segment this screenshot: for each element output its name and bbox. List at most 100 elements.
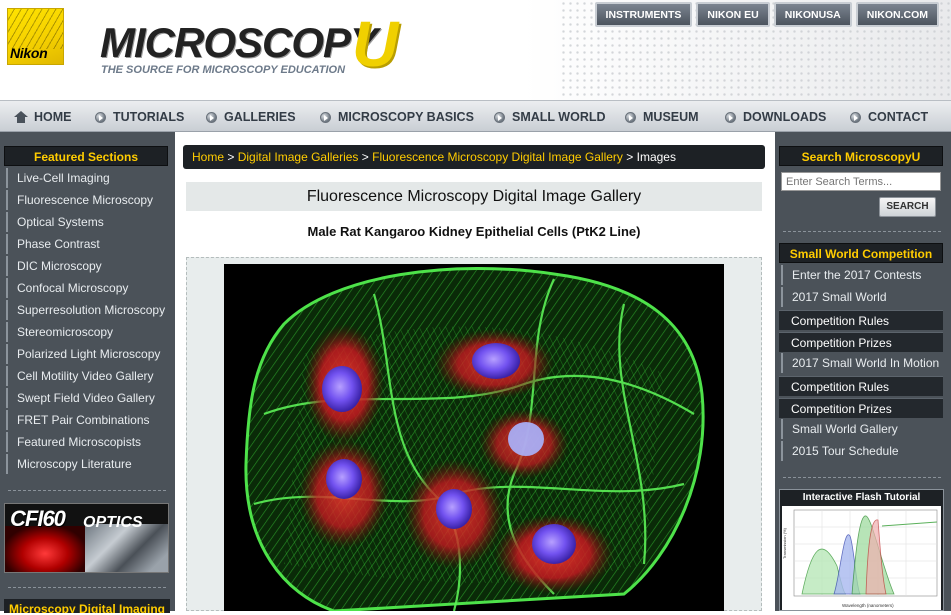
sidebar-item-swept-field[interactable]: Swept Field Video Gallery (4, 388, 170, 409)
sidebar-item-optical-systems[interactable]: Optical Systems (4, 212, 170, 233)
sidebar-item-label: Small World Gallery (792, 422, 898, 436)
bullet-icon (6, 388, 12, 408)
sidebar-item-fluorescence[interactable]: Fluorescence Microscopy (4, 190, 170, 211)
breadcrumb-separator: > (227, 150, 235, 164)
sidebar-item-label: Swept Field Video Gallery (17, 391, 155, 405)
nav-contact[interactable]: CONTACT (850, 110, 928, 124)
nav-downloads[interactable]: DOWNLOADS (725, 110, 826, 124)
logo-main-text: MICROSCOPY (100, 19, 378, 66)
sidebar-item-tour-schedule[interactable]: 2015 Tour Schedule (779, 441, 943, 462)
sidebar-item-label: Superresolution Microscopy (17, 303, 166, 317)
bullet-icon (6, 454, 12, 474)
bullet-icon (6, 168, 12, 188)
nav-home-label: HOME (34, 110, 72, 124)
nav-small-world[interactable]: SMALL WORLD (494, 110, 606, 124)
sidebar-item-dic[interactable]: DIC Microscopy (4, 256, 170, 277)
search-button[interactable]: SEARCH (879, 197, 936, 217)
sidebar-item-fret[interactable]: FRET Pair Combinations (4, 410, 170, 431)
bullet-icon (6, 366, 12, 386)
sidebar-item-label: 2017 Small World In Motion (792, 356, 940, 370)
nav-contact-label: CONTACT (868, 110, 929, 124)
sidebar-item-small-world-gallery[interactable]: Small World Gallery (779, 419, 943, 440)
ad-cfi60-text: CFI60 (10, 506, 66, 531)
svg-text:Wavelength (nanometers): Wavelength (nanometers) (842, 603, 894, 608)
interactive-flash-tutorial[interactable]: Interactive Flash Tutorial Transmission … (779, 489, 944, 611)
sidebar-item-small-world-in-motion[interactable]: 2017 Small World In Motion (779, 353, 943, 374)
bullet-icon (781, 441, 787, 461)
nikon-logo-text: Nikon (10, 45, 48, 61)
top-link-nikon-eu[interactable]: NIKON EU (696, 2, 770, 27)
right-sidebar: Search MicroscopyU SEARCH Small World Co… (775, 132, 951, 611)
sidebar-subitem-competition-rules[interactable]: Competition Rules (779, 310, 943, 330)
bullet-icon (6, 410, 12, 430)
bullet-icon (6, 344, 12, 364)
sidebar-item-phase-contrast[interactable]: Phase Contrast (4, 234, 170, 255)
divider (783, 477, 941, 478)
fluorescence-micrograph[interactable] (224, 264, 724, 611)
home-icon (14, 111, 28, 123)
nav-museum[interactable]: MUSEUM (625, 110, 699, 124)
bullet-icon (6, 432, 12, 452)
sidebar-item-label: Confocal Microscopy (17, 281, 129, 295)
cfi60-optics-banner[interactable]: CFI60 OPTICS (4, 503, 169, 573)
bullet-icon (781, 419, 787, 439)
sidebar-item-cell-motility[interactable]: Cell Motility Video Gallery (4, 366, 170, 387)
sidebar-item-polarized[interactable]: Polarized Light Microscopy (4, 344, 170, 365)
nav-bullet-icon (850, 111, 861, 123)
bullet-icon (6, 234, 12, 254)
breadcrumb-separator: > (626, 150, 634, 164)
logo-accent-text: U (352, 8, 399, 80)
search-input[interactable] (781, 172, 941, 191)
svg-text:Transmission (%): Transmission (%) (782, 527, 787, 559)
top-link-instruments[interactable]: INSTRUMENTS (594, 2, 693, 27)
sidebar-item-label: Featured Microscopists (17, 435, 142, 449)
bullet-icon (6, 278, 12, 298)
breadcrumb-separator: > (361, 150, 369, 164)
top-link-nikon-com[interactable]: NIKON.COM (855, 2, 939, 27)
ad-optics-text: OPTICS (83, 514, 143, 531)
micrograph-svg (224, 264, 724, 611)
sidebar-subitem-competition-rules[interactable]: Competition Rules (779, 376, 943, 396)
sidebar-subitem-competition-prizes[interactable]: Competition Prizes (779, 398, 943, 418)
sidebar-item-label: Microscopy Literature (17, 457, 132, 471)
sidebar-item-label: Polarized Light Microscopy (17, 347, 161, 361)
sidebar-item-stereo[interactable]: Stereomicroscopy (4, 322, 170, 343)
sidebar-item-label: 2017 Small World (792, 290, 887, 304)
breadcrumb-home[interactable]: Home (192, 150, 224, 164)
flash-tutorial-title: Interactive Flash Tutorial (802, 492, 921, 503)
sidebar-item-label: FRET Pair Combinations (17, 413, 150, 427)
sidebar-item-live-cell[interactable]: Live-Cell Imaging (4, 168, 170, 189)
nav-bullet-icon (95, 111, 106, 123)
nav-bullet-icon (320, 111, 331, 123)
image-subtitle: Male Rat Kangaroo Kidney Epithelial Cell… (307, 224, 641, 239)
nav-bullet-icon (625, 111, 636, 123)
search-title: Search MicroscopyU (779, 146, 943, 166)
bullet-icon (6, 190, 12, 210)
nav-bullet-icon (494, 111, 505, 123)
sidebar-item-literature[interactable]: Microscopy Literature (4, 454, 170, 475)
nav-galleries[interactable]: GALLERIES (206, 110, 296, 124)
breadcrumb-fluorescence-gallery[interactable]: Fluorescence Microscopy Digital Image Ga… (372, 150, 623, 164)
nav-tutorials[interactable]: TUTORIALS (95, 110, 184, 124)
site-tagline: THE SOURCE FOR MICROSCOPY EDUCATION (101, 64, 346, 76)
sidebar-item-confocal[interactable]: Confocal Microscopy (4, 278, 170, 299)
breadcrumb-digital-image-galleries[interactable]: Digital Image Galleries (238, 150, 359, 164)
sidebar-item-label: 2015 Tour Schedule (792, 444, 899, 458)
sidebar-item-label: Stereomicroscopy (17, 325, 114, 339)
sidebar-item-label: Live-Cell Imaging (17, 171, 110, 185)
sidebar-item-2017-small-world[interactable]: 2017 Small World (779, 287, 943, 308)
sidebar-item-microscopists[interactable]: Featured Microscopists (4, 432, 170, 453)
nav-microscopy-basics[interactable]: MICROSCOPY BASICS (320, 110, 474, 124)
main-nav: HOME TUTORIALS GALLERIES MICROSCOPY BASI… (0, 100, 951, 132)
sidebar-subitem-competition-prizes[interactable]: Competition Prizes (779, 332, 943, 352)
sidebar-item-superresolution[interactable]: Superresolution Microscopy (4, 300, 170, 321)
top-link-nikonusa[interactable]: NIKONUSA (773, 2, 852, 27)
nav-bullet-icon (206, 111, 217, 123)
left-sidebar: Featured Sections Live-Cell Imaging Fluo… (0, 132, 175, 613)
bullet-icon (781, 287, 787, 307)
nav-home[interactable]: HOME (14, 110, 72, 124)
sidebar-item-enter-contests[interactable]: Enter the 2017 Contests (779, 265, 943, 286)
spectra-svg: Transmission (%) Wavelength (nanometers) (782, 509, 938, 608)
nikon-logo[interactable]: Nikon (7, 8, 64, 65)
bullet-icon (6, 256, 12, 276)
